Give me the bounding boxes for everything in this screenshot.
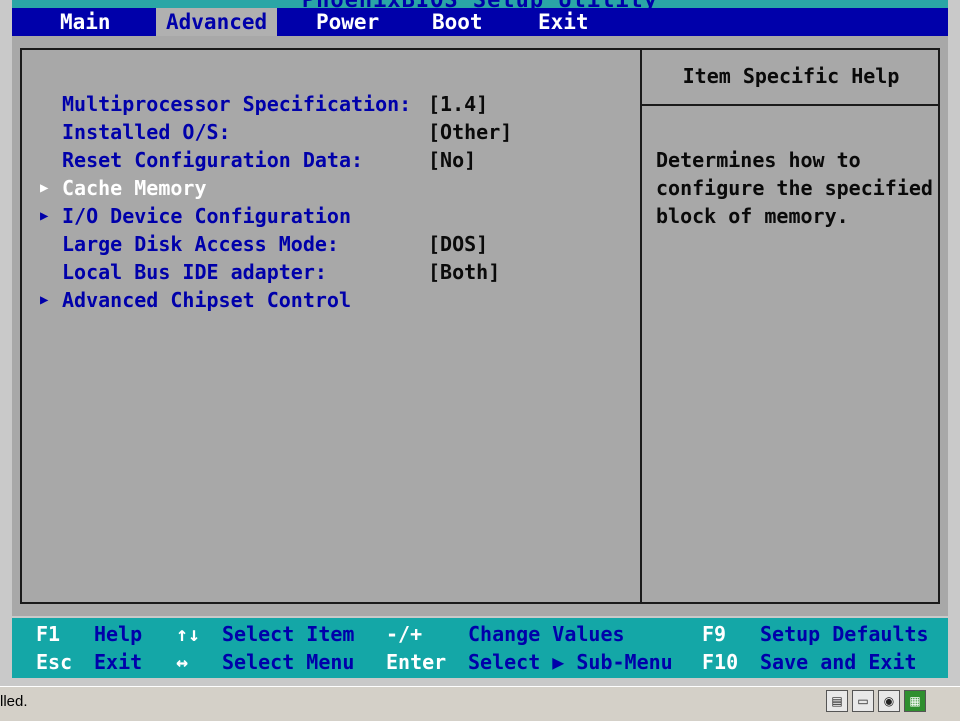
help-text: Determines how to configure the specifie… <box>656 148 933 228</box>
key-leftright-desc: Select Menu <box>222 650 355 674</box>
main-panel: Item Specific Help Determines how to con… <box>12 36 948 616</box>
setting-value[interactable]: [Both] <box>428 258 500 286</box>
help-divider <box>642 104 940 106</box>
tab-advanced[interactable]: Advanced <box>156 8 278 36</box>
setting-label: Reset Configuration Data: <box>62 148 364 172</box>
menu-bar: Main Advanced Power Boot Exit <box>12 8 948 36</box>
key-minusplus: -/+ <box>386 622 423 646</box>
setting-label: I/O Device Configuration <box>62 204 351 228</box>
setting-row[interactable]: Installed O/S: [Other] <box>40 118 630 146</box>
setting-label: Large Disk Access Mode: <box>62 232 339 256</box>
key-enter-desc: Select ▶ Sub-Menu <box>468 650 673 674</box>
key-leftright: ↔ <box>176 650 189 674</box>
panel-divider <box>640 50 642 602</box>
setting-row[interactable]: Large Disk Access Mode: [DOS] <box>40 230 630 258</box>
setting-value[interactable]: [No] <box>428 146 476 174</box>
setting-row[interactable]: Multiprocessor Specification: [1.4] <box>40 90 630 118</box>
hard-disk-icon[interactable]: ▤ <box>826 690 848 712</box>
panel-border: Item Specific Help Determines how to con… <box>20 48 940 604</box>
setting-value[interactable]: [DOS] <box>428 230 488 258</box>
network-adapter-icon[interactable]: ▦ <box>904 690 926 712</box>
key-updown: ↑↓ <box>176 622 201 646</box>
setting-label: Advanced Chipset Control <box>62 288 351 312</box>
setting-value[interactable]: [1.4] <box>428 90 488 118</box>
setting-label: Installed O/S: <box>62 120 231 144</box>
setting-row[interactable]: ▶ Cache Memory <box>40 174 630 202</box>
status-text: lled. <box>0 693 28 710</box>
submenu-arrow-icon: ▶ <box>40 292 49 308</box>
floppy-drive-icon[interactable]: ▭ <box>852 690 874 712</box>
setting-row[interactable]: ▶ Advanced Chipset Control <box>40 286 630 314</box>
key-legend-bar: F1 Help ↑↓ Select Item -/+ Change Values… <box>12 618 948 678</box>
window-title: PhoenixBIOS Setup Utility <box>12 0 948 8</box>
key-esc-desc: Exit <box>94 650 143 674</box>
key-f1-desc: Help <box>94 622 143 646</box>
tab-main[interactable]: Main <box>50 8 121 36</box>
key-updown-desc: Select Item <box>222 622 355 646</box>
tab-exit[interactable]: Exit <box>528 8 599 36</box>
submenu-arrow-icon: ▶ <box>40 180 49 196</box>
submenu-arrow-icon: ▶ <box>40 208 49 224</box>
key-f10-desc: Save and Exit <box>760 650 917 674</box>
setting-label: Cache Memory <box>62 176 207 200</box>
setting-row[interactable]: Reset Configuration Data: [No] <box>40 146 630 174</box>
key-minusplus-desc: Change Values <box>468 622 625 646</box>
setting-label: Local Bus IDE adapter: <box>62 260 327 284</box>
setting-row[interactable]: ▶ I/O Device Configuration <box>40 202 630 230</box>
status-tray: ▤ ▭ ◉ ▦ <box>826 690 926 716</box>
key-f1: F1 <box>36 622 61 646</box>
key-f9-desc: Setup Defaults <box>760 622 929 646</box>
status-bar: lled. ▤ ▭ ◉ ▦ <box>0 686 960 721</box>
key-enter: Enter <box>386 650 447 674</box>
tab-boot[interactable]: Boot <box>422 8 493 36</box>
tab-power[interactable]: Power <box>306 8 389 36</box>
help-title: Item Specific Help <box>682 64 900 88</box>
key-f10: F10 <box>702 650 739 674</box>
setting-row[interactable]: Local Bus IDE adapter: [Both] <box>40 258 630 286</box>
setting-value[interactable]: [Other] <box>428 118 512 146</box>
cd-drive-icon[interactable]: ◉ <box>878 690 900 712</box>
title-strip: PhoenixBIOS Setup Utility <box>12 0 948 8</box>
key-esc: Esc <box>36 650 73 674</box>
setting-label: Multiprocessor Specification: <box>62 92 412 116</box>
key-f9: F9 <box>702 622 727 646</box>
